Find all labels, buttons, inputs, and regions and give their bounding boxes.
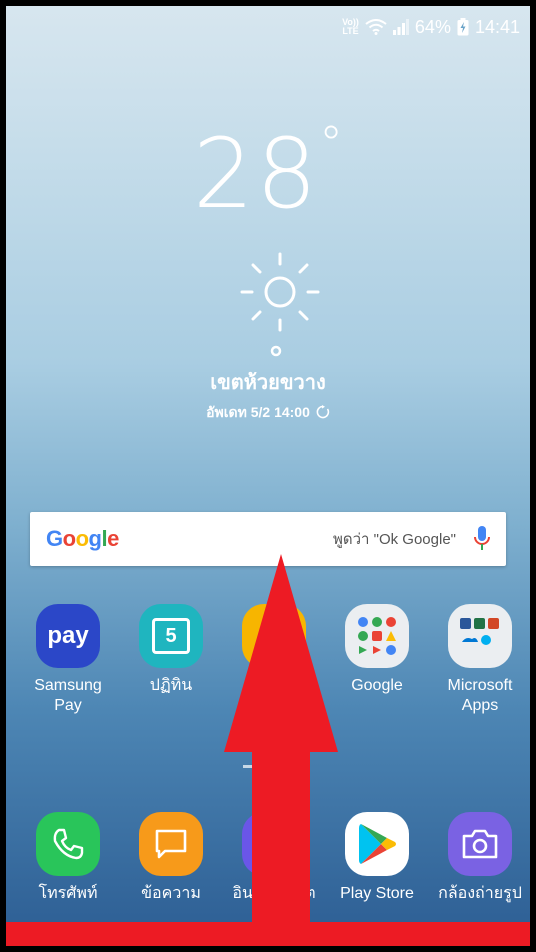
app-microsoft-folder[interactable]: Microsoft Apps <box>430 604 530 716</box>
app-label: ข้อความ <box>141 885 201 902</box>
dock-messages[interactable]: ข้อความ <box>121 812 221 904</box>
app-label: กล้องถ่ายรูป <box>438 885 522 902</box>
status-time: 14:41 <box>474 16 520 37</box>
weather-updated: อัพเดท 5/2 14:00 <box>6 402 530 424</box>
microsoft-folder-icon <box>448 604 512 668</box>
phone-icon <box>36 812 100 876</box>
location-pin-icon <box>270 345 282 357</box>
messages-icon <box>139 812 203 876</box>
play-store-icon <box>345 812 409 876</box>
home-screen: Vo)) LTE 64% 14:41 28° เขตห้วยขวาง อัพเด… <box>6 6 530 946</box>
dock-play-store[interactable]: Play Store <box>327 812 427 904</box>
updated-time: อัพเดท 5/2 14:00 <box>206 404 310 420</box>
weather-location[interactable]: เขตห้วยขวาง <box>6 366 530 398</box>
dock-phone[interactable]: โทรศัพท์ <box>18 812 118 904</box>
weather-temperature[interactable]: 28° <box>6 120 530 222</box>
app-label: Play Store <box>340 885 414 902</box>
temperature-value: 28 <box>192 118 320 230</box>
app-label: โทรศัพท์ <box>38 885 98 902</box>
app-label: ปฏิทิน <box>149 677 193 694</box>
app-label: Samsung Pay <box>34 677 102 714</box>
app-samsung-pay[interactable]: pay Samsung Pay <box>18 604 118 716</box>
google-logo: Google <box>46 526 119 551</box>
signal-icon <box>392 19 409 35</box>
app-calendar[interactable]: 5 ปฏิทิน <box>121 604 221 696</box>
app-google-folder[interactable]: Google <box>327 604 427 696</box>
swipe-up-arrow-annotation <box>224 554 338 946</box>
search-hint: พูดว่า "Ok Google" <box>333 531 456 548</box>
camera-icon <box>448 812 512 876</box>
app-label: Microsoft Apps <box>447 677 513 714</box>
volte-indicator: Vo)) LTE <box>342 17 359 36</box>
app-label: Google <box>351 677 403 694</box>
sunny-weather-icon <box>240 252 320 332</box>
google-folder-icon <box>345 604 409 668</box>
dock-camera[interactable]: กล้องถ่ายรูป <box>430 812 530 904</box>
refresh-icon[interactable] <box>316 404 330 422</box>
battery-percent: 64% <box>414 16 451 37</box>
calendar-icon: 5 <box>139 604 203 668</box>
battery-icon <box>457 18 469 36</box>
wifi-icon <box>365 19 387 35</box>
status-bar: Vo)) LTE 64% 14:41 <box>6 6 530 48</box>
bottom-annotation-bar <box>6 922 530 946</box>
degree-symbol: ° <box>319 116 344 172</box>
samsung-pay-icon: pay <box>36 604 100 668</box>
microphone-icon[interactable] <box>474 526 490 552</box>
